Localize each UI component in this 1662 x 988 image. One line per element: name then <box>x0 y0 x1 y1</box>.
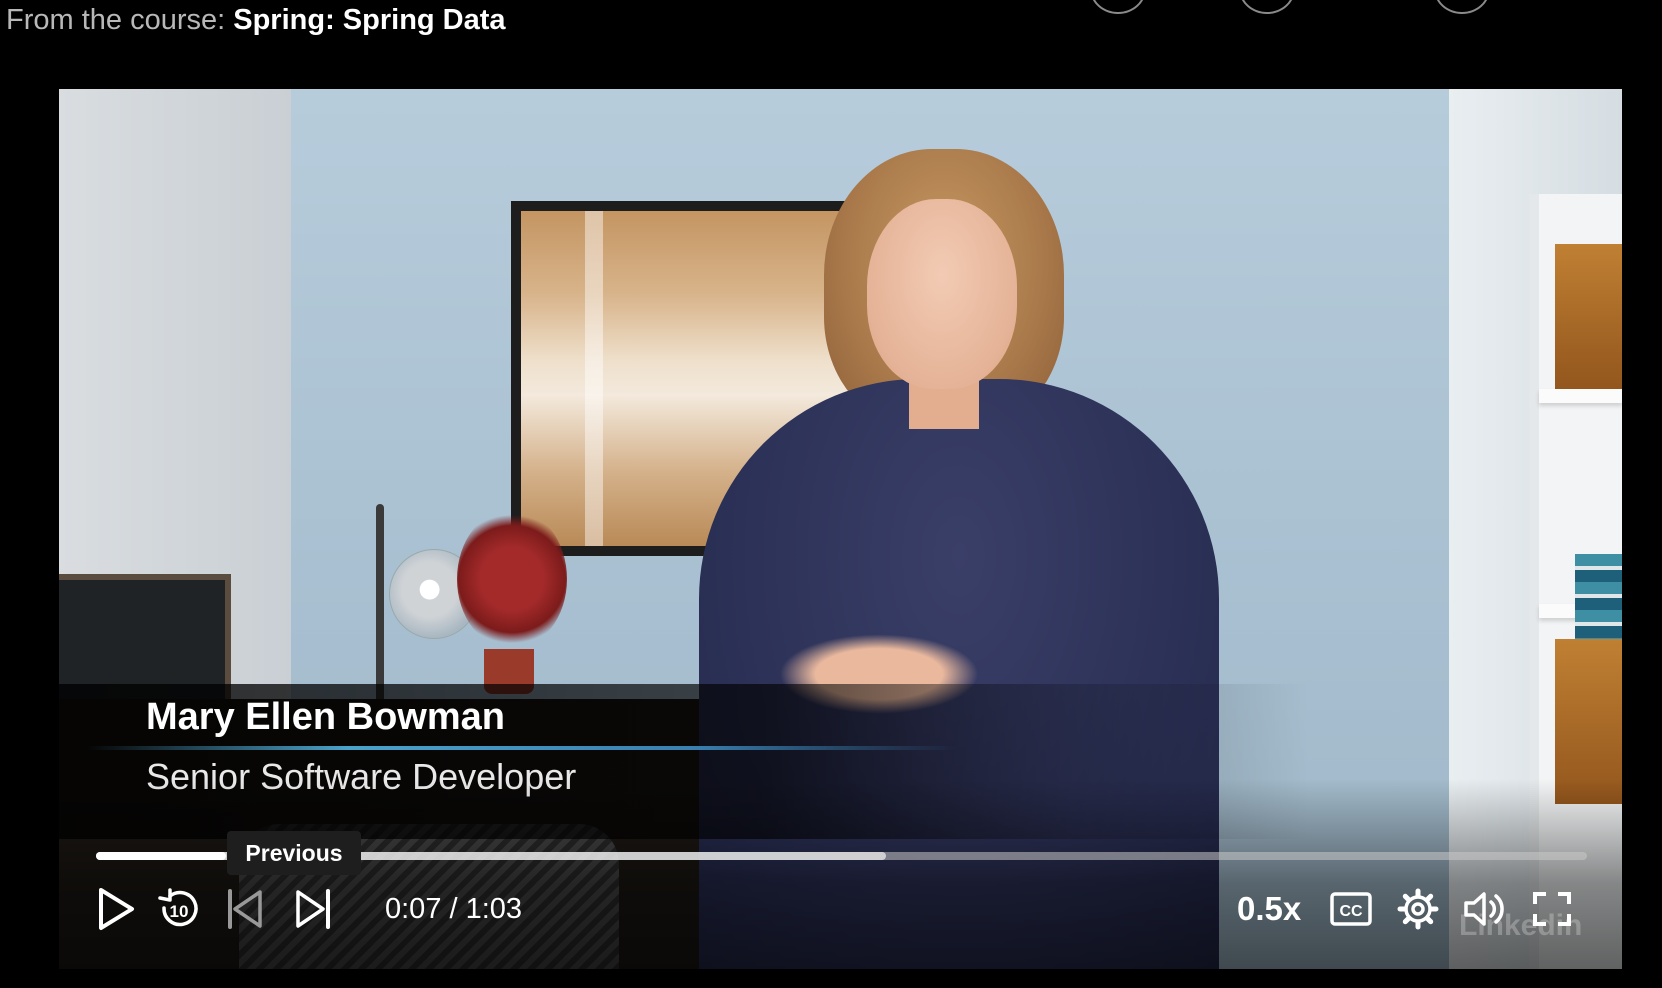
lower-third-divider <box>87 746 957 750</box>
course-prefix: From the course: <box>6 4 226 36</box>
skip-next-icon <box>294 888 332 930</box>
fullscreen-button[interactable] <box>1530 884 1574 934</box>
top-circle-button[interactable] <box>1434 0 1490 14</box>
video-player[interactable]: Mary Ellen Bowman Senior Software Develo… <box>59 89 1622 969</box>
top-circle-button[interactable] <box>1239 0 1295 14</box>
play-button[interactable] <box>91 884 141 934</box>
time-display: 0:07 / 1:03 <box>385 893 523 925</box>
presenter-face <box>867 199 1017 389</box>
previous-button[interactable] <box>224 884 266 934</box>
volume-button[interactable] <box>1463 884 1509 934</box>
cc-icon: CC <box>1330 892 1372 926</box>
scene-books <box>1575 554 1622 639</box>
play-icon <box>96 887 136 931</box>
scene-basket <box>1555 244 1622 389</box>
previous-tooltip: Previous <box>227 831 361 875</box>
settings-button[interactable] <box>1396 884 1440 934</box>
scene-plant <box>457 509 567 649</box>
presenter-name: Mary Ellen Bowman <box>146 696 505 738</box>
rewind-10-icon: 10 <box>158 888 200 930</box>
volume-icon <box>1463 889 1509 929</box>
captions-button[interactable]: CC <box>1329 884 1373 934</box>
skip-previous-icon <box>226 888 264 930</box>
scene-shelf <box>1539 389 1622 403</box>
top-circle-button[interactable] <box>1090 0 1146 14</box>
rewind-10-button[interactable]: 10 <box>157 884 201 934</box>
svg-text:CC: CC <box>1339 903 1363 920</box>
next-button[interactable] <box>292 884 334 934</box>
svg-text:10: 10 <box>170 902 189 921</box>
gear-icon <box>1397 888 1439 930</box>
course-heading: From the course: Spring: Spring Data <box>6 2 506 38</box>
course-title[interactable]: Spring: Spring Data <box>233 4 505 36</box>
progress-played <box>96 852 226 860</box>
playback-speed-button[interactable]: 0.5x <box>1237 884 1301 934</box>
fullscreen-icon <box>1532 891 1572 927</box>
